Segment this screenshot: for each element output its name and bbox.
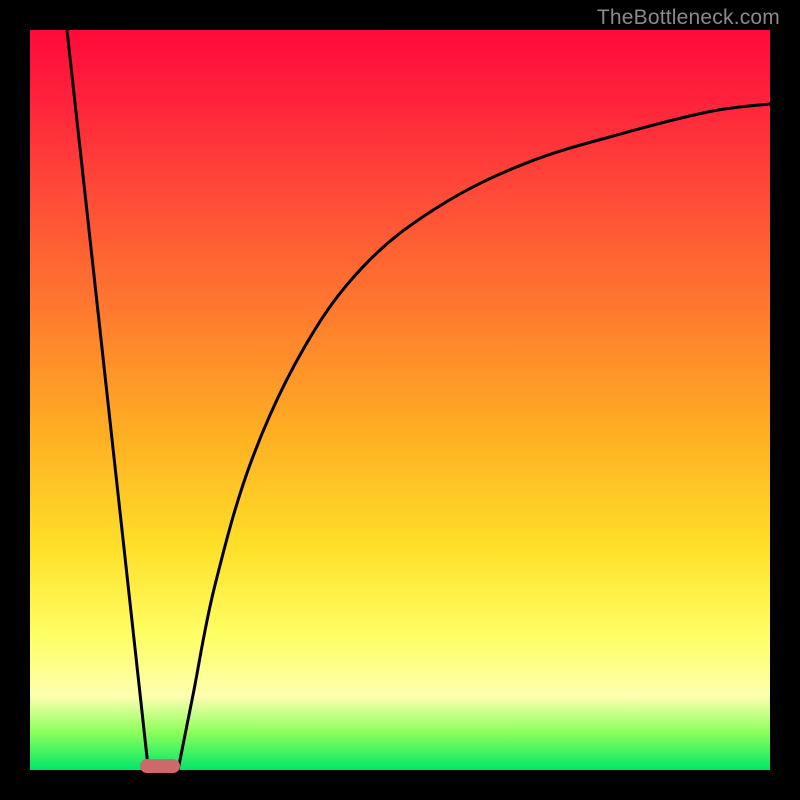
watermark-text: TheBottleneck.com [597, 6, 780, 30]
bottleneck-marker [140, 759, 180, 773]
bottleneck-curve [30, 30, 770, 770]
curve-left [67, 30, 148, 770]
curve-right [178, 104, 770, 770]
plot-area [30, 30, 770, 770]
chart-frame: TheBottleneck.com [0, 0, 800, 800]
